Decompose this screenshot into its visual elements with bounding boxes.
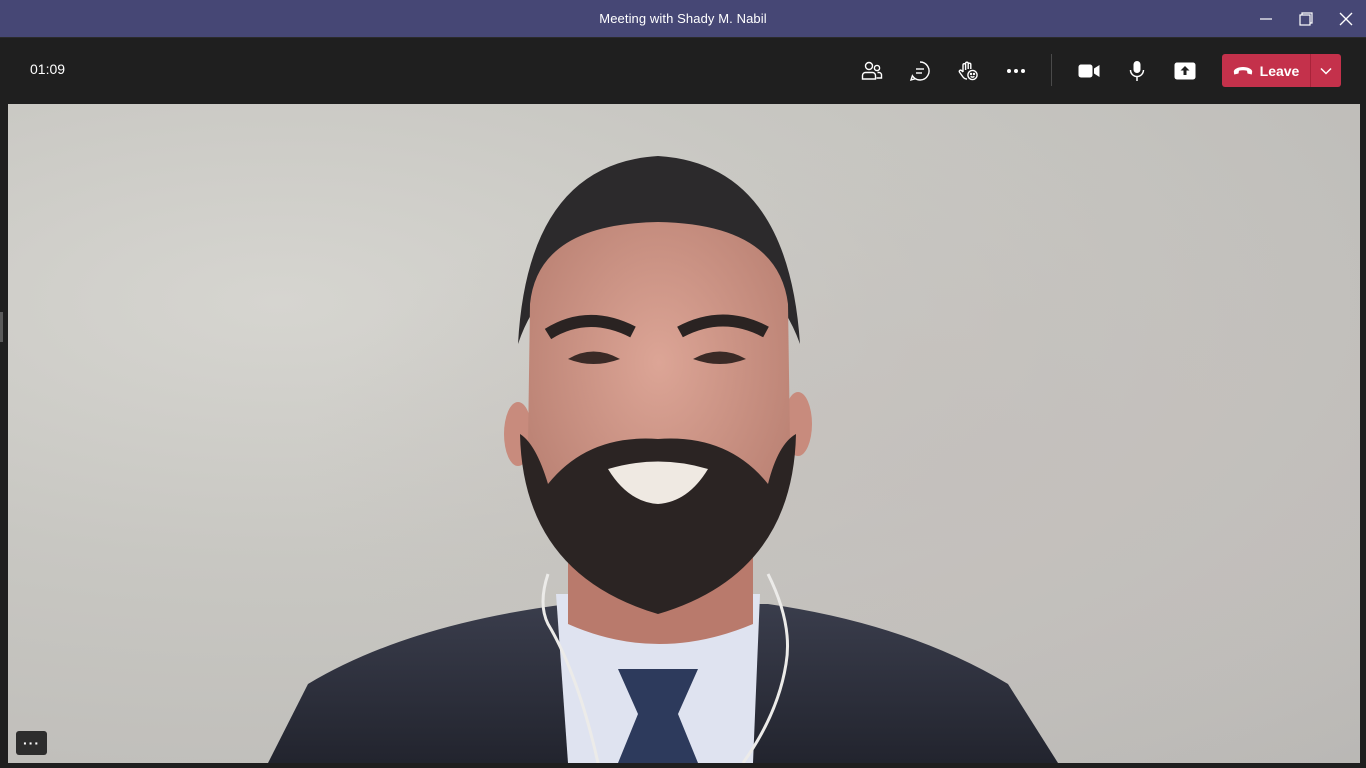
reactions-icon: [958, 61, 978, 81]
hang-up-icon: [1233, 66, 1252, 74]
minimize-icon: [1260, 17, 1272, 20]
participant-video: [8, 104, 1360, 763]
video-options-button[interactable]: ···: [16, 731, 47, 755]
window-title: Meeting with Shady M. Nabil: [599, 11, 767, 26]
restore-button[interactable]: [1286, 0, 1326, 37]
close-icon: [1339, 12, 1353, 25]
minimize-button[interactable]: [1246, 0, 1286, 37]
toolbar-divider: [1051, 54, 1052, 86]
leave-button-group: Leave: [1222, 54, 1341, 87]
leave-options-dropdown[interactable]: [1311, 54, 1341, 87]
meeting-timer: 01:09: [30, 61, 66, 77]
chat-icon: [909, 61, 930, 82]
chevron-down-icon: [1320, 67, 1332, 75]
window-controls: [1246, 0, 1366, 37]
meeting-toolbar: 01:09 Leave: [0, 37, 1366, 103]
microphone-icon: [1129, 61, 1145, 81]
restore-icon: [1299, 11, 1313, 26]
mic-toggle-button[interactable]: [1119, 53, 1155, 89]
more-actions-icon: [1007, 69, 1025, 73]
more-actions-button[interactable]: [998, 53, 1034, 89]
reactions-button[interactable]: [950, 53, 986, 89]
share-content-button[interactable]: [1167, 53, 1203, 89]
leave-label: Leave: [1259, 62, 1300, 79]
people-icon: [861, 61, 883, 80]
camera-icon: [1078, 64, 1100, 78]
show-participants-button[interactable]: [854, 53, 890, 89]
title-bar: Meeting with Shady M. Nabil: [0, 0, 1366, 37]
leave-button[interactable]: Leave: [1222, 54, 1310, 87]
side-rail-handle[interactable]: [0, 312, 3, 342]
close-button[interactable]: [1326, 0, 1366, 37]
show-conversation-button[interactable]: [902, 53, 938, 89]
share-screen-icon: [1174, 62, 1196, 80]
camera-toggle-button[interactable]: [1071, 53, 1107, 89]
video-feed: [8, 104, 1360, 763]
